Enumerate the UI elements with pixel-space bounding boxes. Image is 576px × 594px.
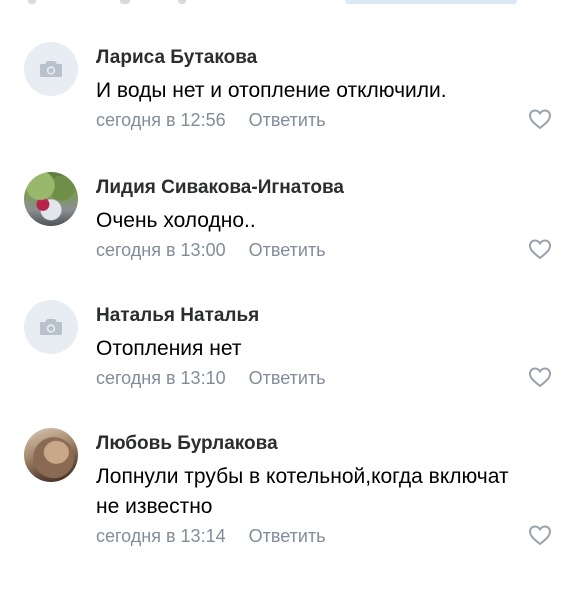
camera-icon <box>40 61 62 77</box>
reply-button[interactable]: Ответить <box>249 110 326 130</box>
comment-author[interactable]: Наталья Наталья <box>96 305 259 327</box>
heart-icon[interactable] <box>528 238 552 260</box>
reply-button[interactable]: Ответить <box>249 240 326 260</box>
avatar[interactable] <box>24 172 78 226</box>
comment-author[interactable]: Любовь Бурлакова <box>96 433 278 455</box>
comment-meta: сегодня в 13:00 Ответить <box>96 240 326 261</box>
heart-icon[interactable] <box>528 524 552 546</box>
comment-time: сегодня в 12:56 <box>96 110 226 130</box>
comment-text: И воды нет и отопление отключили. <box>96 79 447 102</box>
toolbar-fragment <box>345 0 517 4</box>
camera-icon <box>40 319 62 335</box>
avatar[interactable] <box>24 428 78 482</box>
comment-meta: сегодня в 13:14 Ответить <box>96 526 326 547</box>
comment-time: сегодня в 13:10 <box>96 368 226 388</box>
comment-author[interactable]: Лидия Сивакова-Игнатова <box>96 177 344 199</box>
toolbar-fragment <box>120 0 130 4</box>
reply-button[interactable]: Ответить <box>249 368 326 388</box>
comment-text: Отопления нет <box>96 337 242 360</box>
comment-time: сегодня в 13:14 <box>96 526 226 546</box>
comment-meta: сегодня в 13:10 Ответить <box>96 368 326 389</box>
heart-icon[interactable] <box>528 366 552 388</box>
avatar[interactable] <box>24 300 78 354</box>
comment-meta: сегодня в 12:56 Ответить <box>96 110 326 131</box>
comment-author[interactable]: Лариса Бутакова <box>96 47 257 69</box>
comment-time: сегодня в 13:00 <box>96 240 226 260</box>
comment-text: Очень холодно.. <box>96 209 256 232</box>
comment-text: Лопнули трубы в котельной,когда включат … <box>96 465 509 518</box>
cropped-toolbar <box>0 0 576 10</box>
comments-page: Лариса Бутакова И воды нет и отопление о… <box>0 0 576 594</box>
toolbar-fragment <box>178 0 186 4</box>
reply-button[interactable]: Ответить <box>249 526 326 546</box>
avatar[interactable] <box>24 42 78 96</box>
heart-icon[interactable] <box>528 108 552 130</box>
toolbar-fragment <box>28 0 36 4</box>
